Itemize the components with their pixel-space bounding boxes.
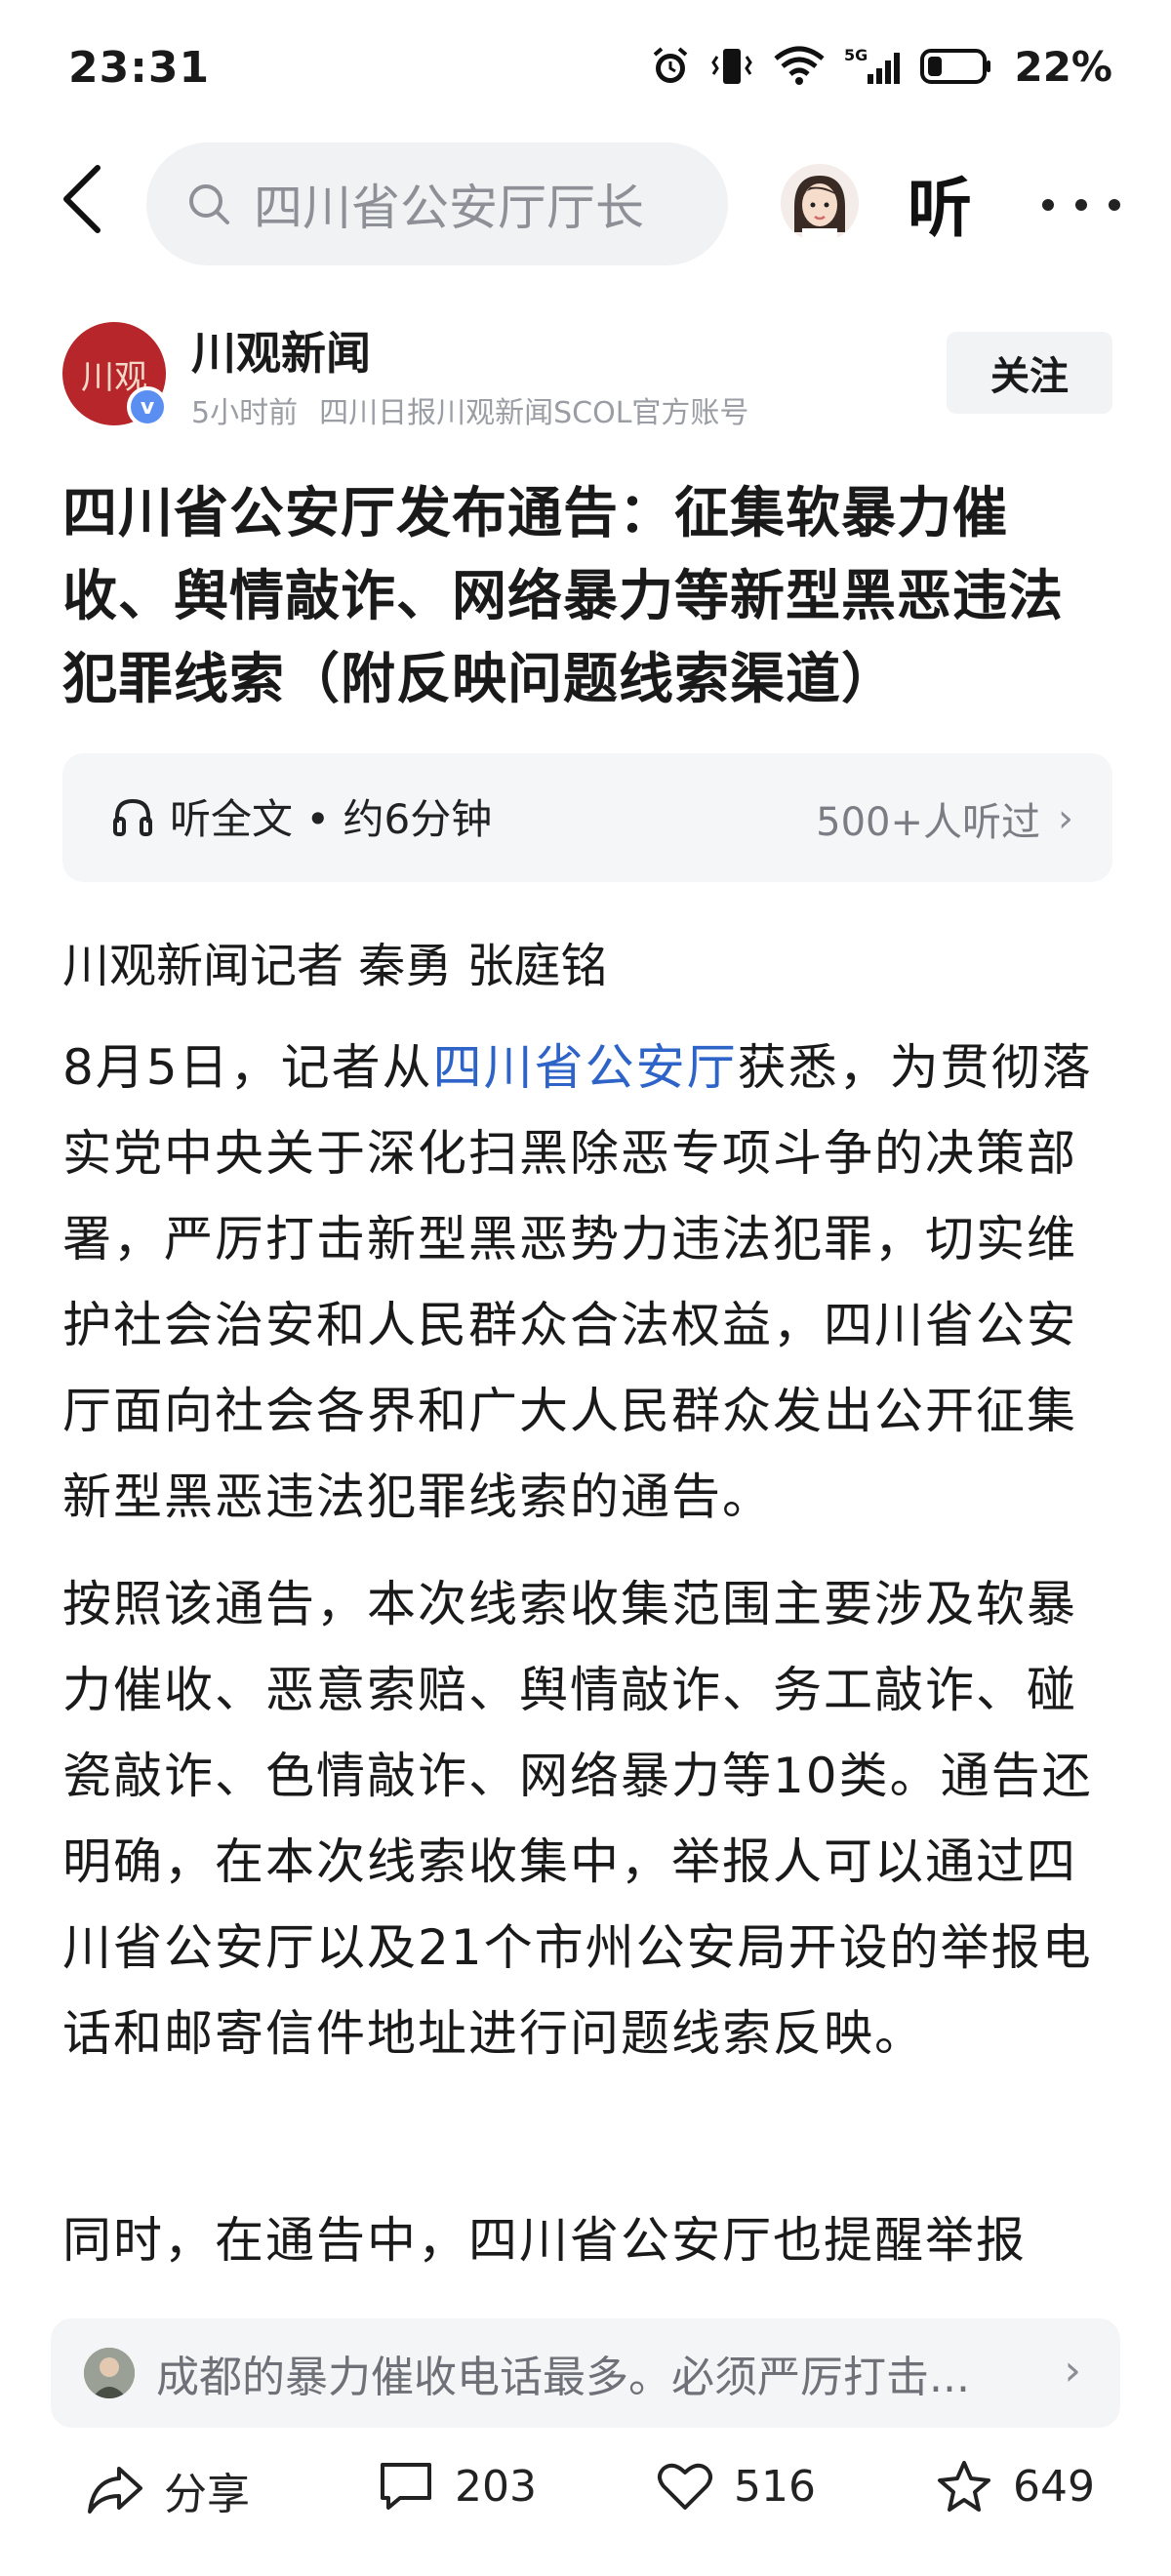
paragraph-text: 8月5日，记者从 [62,1039,433,1096]
back-button[interactable] [47,164,117,234]
more-dot-icon [1075,199,1087,211]
listen-card-label: 听全文 • 约6分钟 [170,795,493,843]
star-icon [938,2461,990,2512]
publish-time: 5小时前 [191,396,299,430]
author-name[interactable]: 川观新闻 [191,318,371,382]
status-time: 23:31 [68,43,211,93]
comment-count: 203 [455,2461,537,2512]
more-dot-icon [1042,199,1054,211]
chevron-right-icon: › [1064,2346,1081,2395]
comment-icon [381,2463,431,2510]
article-paragraph: 按照该通告，本次线索收集范围主要涉及软暴力催收、恶意索赔、舆情敲诈、务工敲诈、碰… [62,1576,1093,2062]
headphones-icon [113,798,152,836]
search-input[interactable]: 四川省公安厅厅长 [254,169,664,239]
alarm-icon [654,47,688,83]
comment-button[interactable]: 203 [377,2459,537,2514]
status-icons: 5G 22% [649,39,1112,94]
listen-full-text-card[interactable]: 听全文 • 约6分钟 500+人听过 › [62,753,1112,882]
battery-icon [920,49,991,84]
article-byline: 川观新闻记者 秦勇 张庭铭 [62,939,608,993]
favorite-count: 649 [1013,2461,1095,2512]
verified-badge-icon: v [127,386,168,427]
assistant-avatar[interactable] [781,164,859,242]
favorite-button[interactable]: 649 [935,2459,1095,2514]
paragraph-text: 获悉，为贯彻落实党中央关于深化扫黑除恶专项斗争的决策部署，严厉打击新型黑恶势力违… [62,1039,1093,1525]
battery-percentage: 22% [1014,42,1112,91]
search-box[interactable]: 四川省公安厅厅长 [146,142,728,265]
signal-5g-icon: 5G [844,46,901,84]
chevron-left-icon [63,165,101,233]
commenter-avatar [84,2348,135,2398]
article-title: 四川省公安厅发布通告：征集软暴力催收、舆情敲诈、网络暴力等新型黑恶违法犯罪线索（… [62,482,1064,711]
share-button[interactable]: 分享 [86,2459,250,2521]
listener-count: 500+人听过 [816,800,1040,845]
entity-link[interactable]: 四川省公安厅 [433,1039,738,1096]
search-icon [189,184,229,224]
heart-icon [658,2463,712,2510]
comment-preview-bar[interactable]: 成都的暴力催收电话最多。必须严厉打击... › [51,2318,1120,2428]
share-icon [88,2467,142,2514]
vibrate-icon [711,49,753,84]
author-meta: 5小时前 四川日报川观新闻SCOL官方账号 [191,388,748,431]
like-count: 516 [734,2461,816,2512]
avatar-icon [781,164,859,242]
chevron-right-icon: › [1058,796,1073,841]
avatar-icon [84,2348,135,2398]
article-paragraph: 8月5日，记者从四川省公安厅获悉，为贯彻落实党中央关于深化扫黑除恶专项斗争的决策… [62,1025,1116,1540]
more-options-button[interactable] [1042,166,1120,244]
share-label: 分享 [164,2470,250,2519]
comment-preview-text: 成都的暴力催收电话最多。必须严厉打击... [156,2353,970,2402]
like-button[interactable]: 516 [656,2459,816,2514]
listen-button[interactable]: 听 [908,156,972,250]
svg-text:5G: 5G [844,46,868,64]
author-description: 四川日报川观新闻SCOL官方账号 [319,396,749,430]
wifi-icon [774,46,826,85]
follow-button[interactable]: 关注 [947,332,1112,414]
more-dot-icon [1109,199,1120,211]
